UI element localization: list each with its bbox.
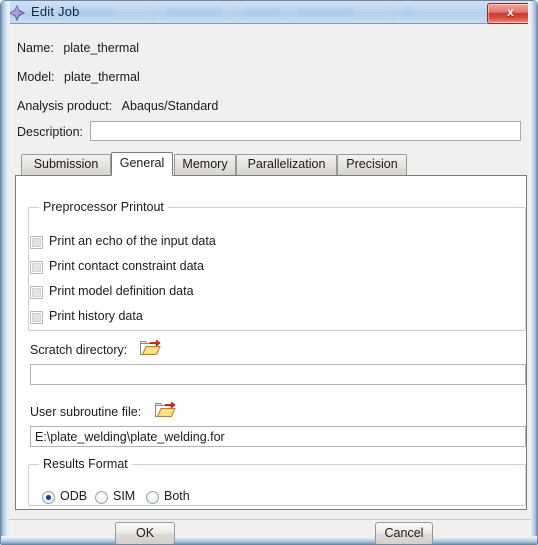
background-ghost-widget	[297, 7, 353, 16]
abaqus-diamond-icon	[9, 5, 25, 21]
radio-odb-label: ODB	[60, 489, 88, 503]
background-ghost-widget	[289, 5, 291, 20]
footer-divider	[9, 519, 531, 520]
checkbox-label: Print an echo of the input data	[49, 234, 216, 248]
checkbox-inner	[32, 313, 41, 322]
scratch-directory-label: Scratch directory:	[30, 343, 128, 357]
checkbox-inner	[32, 263, 41, 272]
background-ghost-widget	[403, 7, 414, 17]
model-label: Model:	[17, 70, 55, 84]
radio-both-label: Both	[164, 489, 190, 503]
checkbox-inner	[32, 288, 41, 297]
results-format-radio-row: ODB SIM Both	[42, 489, 242, 506]
user-subroutine-file-input[interactable]	[30, 426, 526, 447]
background-ghost-widget	[245, 7, 281, 16]
job-name-label: Name:	[17, 41, 54, 55]
checkbox-inner	[32, 238, 41, 247]
model-value: plate_thermal	[64, 70, 140, 84]
results-format-title: Results Format	[39, 457, 132, 471]
background-ghost-widget	[235, 5, 237, 20]
analysis-product-row: Analysis product: Abaqus/Standard	[17, 99, 218, 113]
dialog-client-area: Name: plate_thermal Model: plate_thermal…	[9, 24, 531, 544]
analysis-product-value: Abaqus/Standard	[121, 99, 219, 113]
model-row: Model: plate_thermal	[17, 70, 140, 84]
user-subroutine-file-label: User subroutine file:	[30, 405, 142, 419]
open-folder-icon	[140, 339, 161, 355]
preprocessor-printout-title: Preprocessor Printout	[39, 200, 168, 214]
checkbox-box[interactable]	[30, 286, 43, 299]
description-label: Description:	[17, 125, 83, 139]
tab-label: Memory	[182, 157, 228, 171]
checkbox-box[interactable]	[30, 311, 43, 324]
ok-button[interactable]: OK	[115, 522, 175, 544]
open-folder-icon	[155, 401, 176, 417]
radio-sim[interactable]	[95, 491, 108, 504]
edit-job-dialog: Edit Job x Name: plate_thermal Model: pl…	[0, 0, 538, 545]
background-ghost-widget	[393, 5, 395, 20]
checkbox-label: Print history data	[49, 309, 143, 323]
radio-sim-label: SIM	[113, 489, 136, 503]
tab-label: General	[119, 156, 165, 170]
tab-parallelization[interactable]: Parallelization	[236, 154, 337, 175]
close-button[interactable]: x	[487, 3, 534, 24]
tab-general[interactable]: General	[111, 152, 173, 176]
tab-strip: Submission General Memory Parallelizatio…	[15, 152, 527, 176]
close-icon: x	[507, 5, 514, 19]
tab-memory[interactable]: Memory	[174, 154, 236, 175]
tab-submission[interactable]: Submission	[21, 154, 111, 175]
radio-both[interactable]	[146, 491, 159, 504]
checkbox-box[interactable]	[30, 236, 43, 249]
job-name-value: plate_thermal	[63, 41, 140, 55]
background-ghost-widget	[153, 5, 155, 20]
checkbox-label: Print model definition data	[49, 284, 194, 298]
user-subroutine-browse-button[interactable]	[154, 400, 176, 419]
checkbox-box[interactable]	[30, 261, 43, 274]
background-ghost-widget	[167, 7, 222, 16]
scratch-directory-browse-button[interactable]	[139, 338, 161, 357]
tab-precision[interactable]: Precision	[337, 154, 407, 175]
tab-label: Submission	[33, 157, 99, 171]
general-tab-panel: Preprocessor Printout Print an echo of t…	[15, 175, 527, 510]
job-name-row: Name: plate_thermal	[17, 41, 139, 55]
window-title: Edit Job	[31, 4, 80, 19]
tab-label: Parallelization	[247, 157, 326, 171]
radio-odb[interactable]	[42, 491, 55, 504]
title-bar: Edit Job x	[1, 1, 537, 24]
checkbox-label: Print contact constraint data	[49, 259, 204, 273]
analysis-product-label: Analysis product:	[17, 99, 113, 113]
tab-label: Precision	[346, 157, 398, 171]
scratch-directory-input[interactable]	[30, 364, 526, 385]
cancel-button[interactable]: Cancel	[375, 522, 433, 544]
description-input[interactable]	[90, 121, 521, 141]
